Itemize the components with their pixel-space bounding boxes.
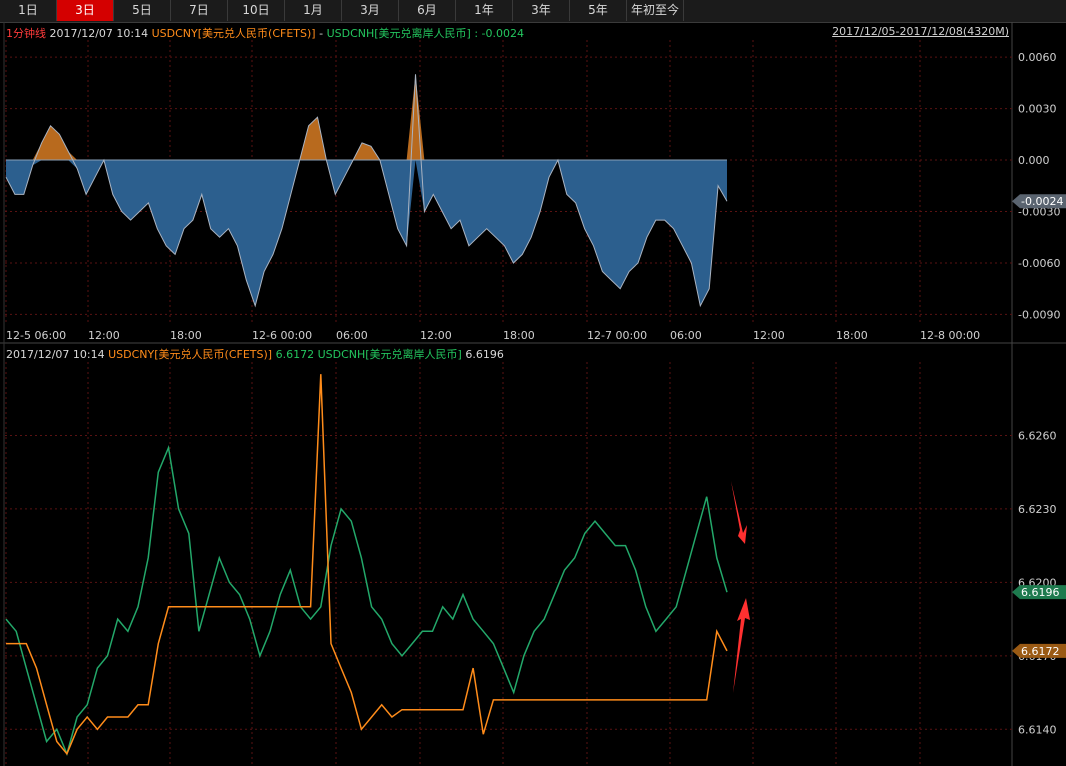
price-y-tick-label: 6.6230: [1018, 503, 1057, 516]
price-y-tick-label: 6.6140: [1018, 723, 1057, 736]
spread-current-tag-label: -0.0024: [1021, 195, 1063, 208]
spread-x-tick-label: 12-8 00:00: [920, 329, 980, 342]
cny-price-line: [6, 374, 728, 756]
price-y-tick-label: 6.6260: [1018, 429, 1057, 442]
cnh-price-tag-label: 6.6196: [1021, 586, 1060, 599]
spread-negative-area: [6, 160, 727, 306]
spread-x-tick-label: 12-5 06:00: [6, 329, 66, 342]
spread-x-tick-label: 18:00: [503, 329, 535, 342]
cny-price-tag-label: 6.6172: [1021, 645, 1060, 658]
chart-canvas[interactable]: 0.00600.00300.000-0.0030-0.0060-0.009012…: [0, 0, 1066, 766]
spread-positive-area: [6, 74, 727, 161]
spread-x-tick-label: 12:00: [420, 329, 452, 342]
spread-x-tick-label: 12-6 00:00: [252, 329, 312, 342]
spread-x-tick-label: 12:00: [753, 329, 785, 342]
spread-y-tick-label: 0.0060: [1018, 51, 1057, 64]
down-arrow-annotation: [731, 481, 747, 544]
spread-y-tick-label: 0.000: [1018, 154, 1050, 167]
spread-x-tick-label: 12-7 00:00: [587, 329, 647, 342]
spread-x-tick-label: 12:00: [88, 329, 120, 342]
up-arrow-annotation: [733, 598, 750, 693]
spread-x-tick-label: 18:00: [836, 329, 868, 342]
spread-y-tick-label: 0.0030: [1018, 103, 1057, 116]
spread-x-tick-label: 06:00: [336, 329, 368, 342]
cnh-price-line: [5, 444, 728, 757]
spread-y-tick-label: -0.0090: [1018, 308, 1060, 321]
spread-x-tick-label: 06:00: [670, 329, 702, 342]
spread-y-tick-label: -0.0060: [1018, 257, 1060, 270]
spread-x-tick-label: 18:00: [170, 329, 202, 342]
